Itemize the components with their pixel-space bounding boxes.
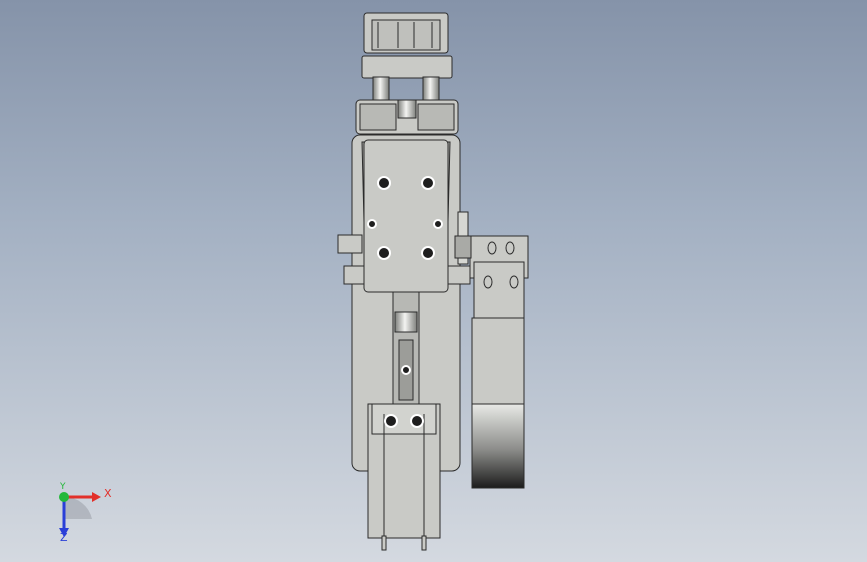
slider-carriage	[363, 139, 449, 293]
screw-hole	[384, 414, 398, 428]
screw-hole	[377, 176, 391, 190]
screw-hole	[367, 219, 377, 229]
center-rod-top	[397, 99, 417, 119]
screw-hole	[377, 246, 391, 260]
clamp-block-right	[447, 265, 471, 285]
guide-rod-right	[422, 76, 440, 102]
screw-hole	[421, 176, 435, 190]
screw-hole	[410, 414, 424, 428]
roller-housing	[471, 317, 525, 409]
axis-label-y: Y	[60, 482, 66, 492]
screw-hole	[433, 219, 443, 229]
screw-hole	[401, 365, 411, 375]
axis-label-z: Z	[60, 531, 68, 544]
roller	[471, 403, 525, 489]
clamp-block-left	[337, 234, 363, 254]
finger-right	[421, 535, 427, 551]
clamp-block-left-lower	[343, 265, 365, 285]
screw-hole	[421, 246, 435, 260]
gripper-assembly-model[interactable]	[0, 0, 867, 562]
axis-label-x: X	[104, 487, 112, 500]
finger-left	[381, 535, 387, 551]
top-cap-inner	[371, 19, 441, 51]
3d-viewport[interactable]: X Y Z	[0, 0, 867, 562]
guide-rod-left	[372, 76, 390, 102]
upper-plate	[361, 55, 453, 79]
sensor-arm	[473, 261, 525, 323]
